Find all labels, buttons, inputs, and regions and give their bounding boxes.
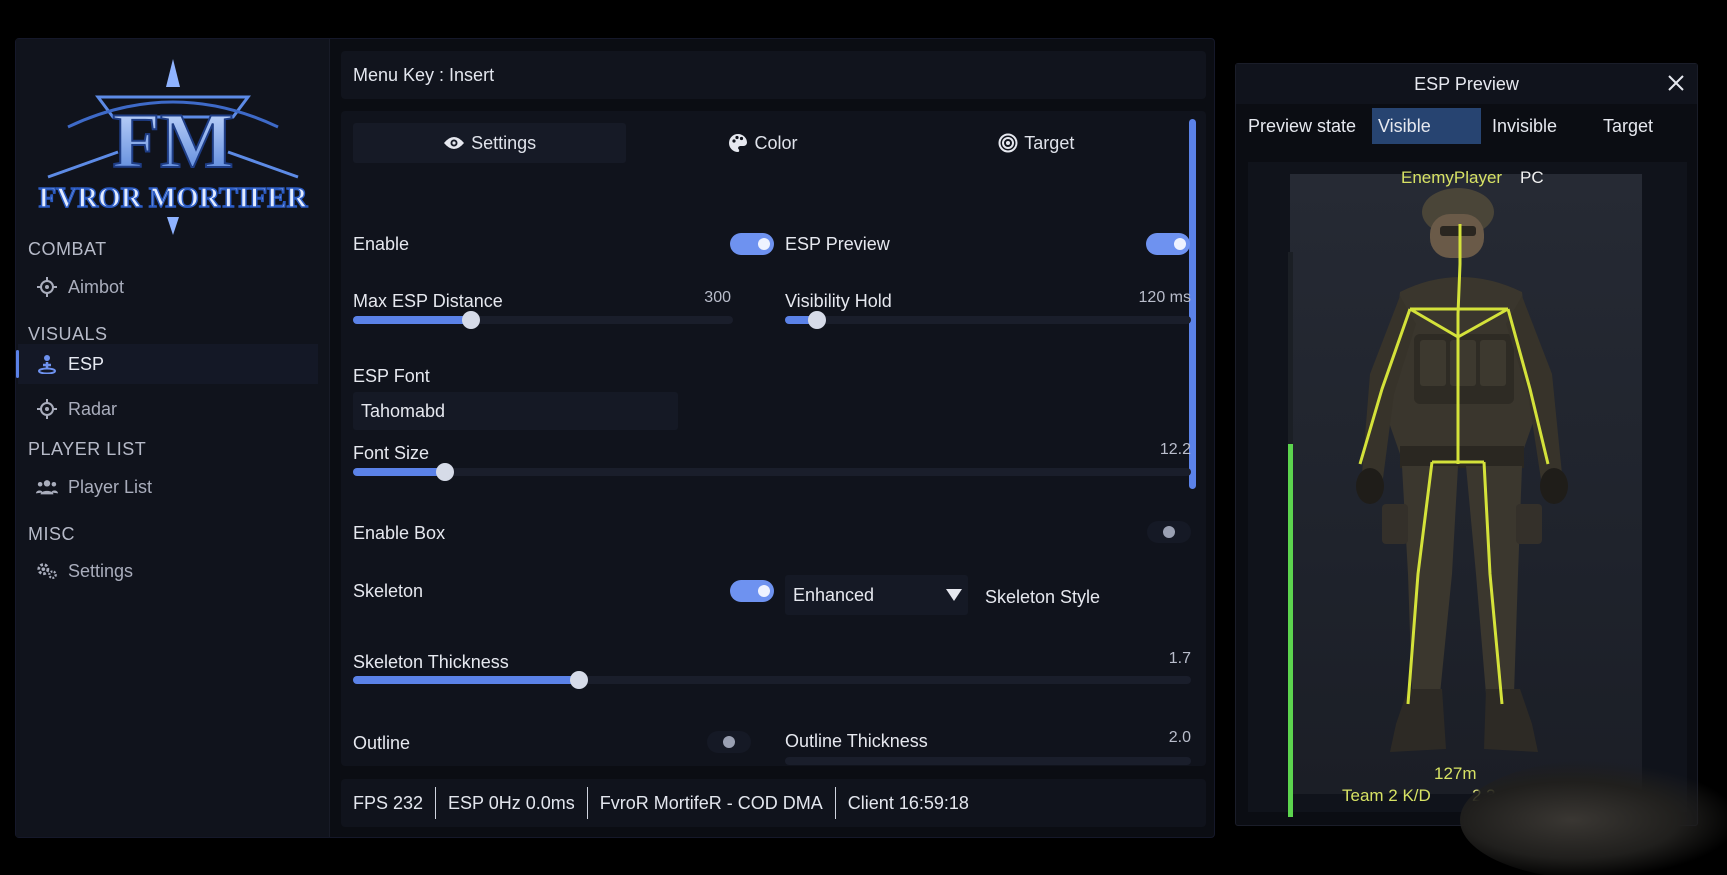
font-size-slider[interactable] (353, 463, 1191, 481)
preview-state-invisible[interactable]: Invisible (1486, 108, 1586, 144)
section-player-list: PLAYER LIST (28, 439, 147, 459)
gears-icon (36, 560, 58, 582)
svg-text:FVROR MORTIFER: FVROR MORTIFER (39, 182, 309, 214)
font-size-value: 12.2 (1159, 441, 1191, 458)
skeleton-thickness-value: 1.7 (1168, 650, 1191, 667)
outline-toggle[interactable] (707, 731, 751, 753)
esp-font-value: Tahomabd (361, 400, 446, 421)
esp-rate-readout: ESP 0Hz 0.0ms (436, 787, 588, 819)
skeleton-label: Skeleton (353, 581, 424, 601)
font-size-label: Font Size (353, 443, 430, 463)
preview-viewport: EnemyPlayer PC 127m Team 2 K/D 2.3 (1248, 162, 1687, 817)
tab-label: Color (754, 132, 798, 153)
max-esp-distance-value: 300 (704, 289, 731, 306)
preview-state-label: Preview state (1248, 116, 1357, 136)
esp-font-input[interactable]: Tahomabd (353, 392, 678, 430)
esp-preview-label: ESP Preview (785, 234, 890, 254)
preview-state-row: Preview state Visible Invisible Target (1236, 108, 1697, 146)
slider-fill (353, 676, 580, 684)
soldier-model (1356, 188, 1568, 752)
close-button[interactable] (1665, 72, 1687, 94)
dropdown-arrow-icon (946, 589, 962, 601)
preview-state-target[interactable]: Target (1597, 108, 1687, 144)
esp-preview-toggle[interactable] (1146, 233, 1190, 255)
skeleton-style-dropdown[interactable]: Enhanced (785, 575, 968, 615)
status-bar: FPS 232 ESP 0Hz 0.0ms FvroR MortifeR - C… (341, 779, 1206, 827)
tab-bar: Settings Color Target (353, 123, 1173, 163)
palette-icon (728, 133, 748, 153)
sidebar-item-radar[interactable]: Radar (18, 389, 318, 429)
person-esp-icon (36, 353, 58, 375)
enable-toggle[interactable] (730, 233, 774, 255)
section-misc: MISC (28, 524, 75, 544)
visibility-hold-slider[interactable] (785, 311, 1191, 329)
max-esp-distance-slider[interactable] (353, 311, 733, 329)
sidebar-item-label: Settings (68, 560, 134, 581)
active-indicator (16, 350, 19, 378)
outline-label: Outline (353, 733, 411, 753)
preview-state-visible[interactable]: Visible (1372, 108, 1481, 144)
skeleton-toggle[interactable] (730, 580, 774, 602)
sidebar-item-esp[interactable]: ESP (16, 344, 318, 384)
slider-fill (353, 468, 446, 476)
max-esp-distance-label: Max ESP Distance (353, 291, 503, 311)
crosshair-icon (36, 276, 58, 298)
esp-team: Team 2 K/D (1342, 786, 1431, 805)
crosshair-icon (36, 398, 58, 420)
close-icon (1668, 75, 1684, 91)
sidebar-item-player-list[interactable]: Player List (18, 467, 318, 507)
menu-key-bar: Menu Key : Insert (341, 51, 1206, 99)
sidebar-item-label: Aimbot (68, 276, 125, 297)
tab-target[interactable]: Target (900, 123, 1173, 163)
tab-color[interactable]: Color (626, 123, 899, 163)
slider-fill (353, 316, 471, 324)
tab-label: Target (1024, 132, 1075, 153)
svg-text:FM: FM (112, 97, 233, 184)
visibility-hold-label: Visibility Hold (785, 291, 892, 311)
tab-settings[interactable]: Settings (353, 123, 627, 163)
outline-thickness-slider[interactable] (785, 757, 1191, 765)
eye-icon (443, 135, 465, 151)
esp-settings-panel: Settings Color Target Enable ESP Preview… (341, 111, 1206, 766)
esp-player-name: EnemyPlayer (1401, 168, 1503, 187)
users-icon (36, 476, 58, 498)
enable-box-toggle[interactable] (1147, 521, 1191, 543)
visibility-hold-value: 120 ms (1138, 289, 1191, 306)
tab-label: Settings (471, 132, 537, 153)
fvror-mortifer-logo: FM FVROR MORTIFER (38, 59, 309, 235)
client-time: Client 16:59:18 (847, 792, 969, 813)
sidebar-item-aimbot[interactable]: Aimbot (18, 267, 318, 307)
esp-distance: 127m (1434, 764, 1477, 783)
skeleton-thickness-label: Skeleton Thickness (353, 652, 509, 672)
esp-platform: PC (1520, 168, 1544, 187)
sidebar-item-label: Player List (68, 476, 153, 497)
sidebar-item-settings[interactable]: Settings (18, 551, 318, 591)
sidebar: FM FVROR MORTIFER COMBAT Aimbot VISUALS … (16, 39, 330, 837)
enable-label: Enable (353, 234, 410, 254)
slider-knob[interactable] (461, 311, 480, 329)
target-icon (998, 133, 1018, 153)
slider-knob[interactable] (808, 311, 827, 329)
enable-box-label: Enable Box (353, 523, 446, 543)
outline-thickness-value: 2.0 (1168, 729, 1191, 746)
slider-knob[interactable] (436, 463, 455, 481)
sidebar-item-label: ESP (68, 353, 105, 374)
preview-title: ESP Preview (1236, 64, 1697, 104)
skeleton-style-label: Skeleton Style (985, 587, 1101, 607)
esp-preview-window: ESP Preview Preview state Visible Invisi… (1235, 63, 1698, 826)
sidebar-item-label: Radar (68, 398, 118, 419)
section-combat: COMBAT (28, 239, 107, 259)
outline-thickness-label: Outline Thickness (785, 731, 928, 751)
main-window: FM FVROR MORTIFER COMBAT Aimbot VISUALS … (15, 38, 1215, 838)
section-visuals: VISUALS (28, 324, 108, 344)
slider-knob[interactable] (570, 671, 589, 689)
skeleton-thickness-slider[interactable] (353, 671, 1191, 689)
esp-font-label: ESP Font (353, 366, 430, 386)
menu-key-label: Menu Key : Insert (353, 64, 495, 85)
fps-readout: FPS 232 (353, 787, 437, 819)
app-name: FvroR MortifeR - COD DMA (588, 787, 836, 819)
lens-smudge (1460, 760, 1727, 875)
skeleton-style-value: Enhanced (793, 584, 875, 605)
